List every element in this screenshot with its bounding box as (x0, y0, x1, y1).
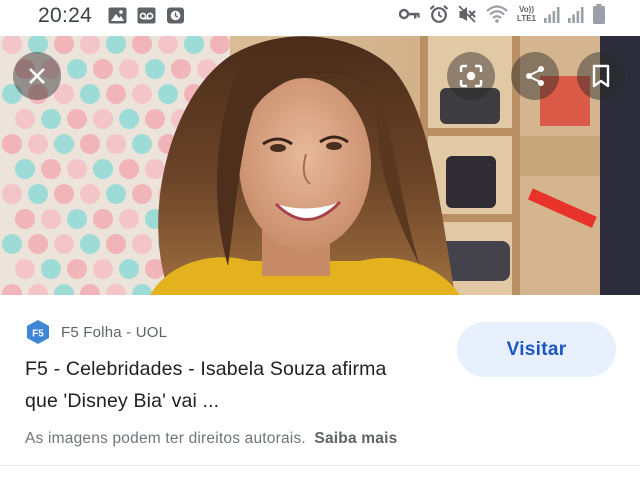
voicemail-icon (137, 7, 156, 24)
pegboard-dot (93, 59, 113, 79)
pegboard-dot (67, 59, 87, 79)
pegboard-dot (119, 259, 139, 279)
pegboard-dot (15, 159, 35, 179)
pegboard-dot (67, 259, 87, 279)
pegboard-dot (2, 184, 22, 204)
signal-icon (544, 6, 560, 23)
gallery-icon (108, 7, 127, 24)
pegboard-dot (132, 134, 152, 154)
pegboard-dot (106, 184, 126, 204)
source-name: F5 Folha - UOL (61, 323, 168, 341)
close-button[interactable] (13, 52, 61, 100)
divider (0, 465, 640, 466)
pegboard-dot (28, 134, 48, 154)
pegboard-dot (41, 209, 61, 229)
status-right-icons: Vo)) LTE1 (399, 4, 606, 24)
pegboard-dot (119, 209, 139, 229)
result-title[interactable]: F5 - Celebridades - Isabela Souza afirma… (25, 353, 455, 417)
result-title-line1: F5 - Celebridades - Isabela Souza afirma (25, 358, 387, 380)
pegboard-dot (54, 184, 74, 204)
pegboard-dot (106, 234, 126, 254)
pegboard-dot (93, 159, 113, 179)
pegboard-dot (28, 184, 48, 204)
key-icon (399, 8, 420, 20)
pegboard-dot (28, 234, 48, 254)
pegboard-dot (54, 234, 74, 254)
learn-more-link[interactable]: Saiba mais (314, 430, 397, 447)
pegboard-dot (171, 59, 191, 79)
wifi-icon (486, 5, 508, 23)
pegboard-dot (80, 184, 100, 204)
pegboard-dot (2, 234, 22, 254)
pegboard-dot (119, 109, 139, 129)
pegboard-dot (41, 159, 61, 179)
pegboard-dot (2, 134, 22, 154)
pegboard-dot (15, 209, 35, 229)
copyright-text: As imagens podem ter direitos autorais. (25, 430, 306, 447)
pegboard-dot (41, 259, 61, 279)
pegboard-dot (132, 234, 152, 254)
share-icon (526, 66, 544, 86)
clock-app-icon (167, 7, 184, 24)
pegboard-dot (93, 109, 113, 129)
pegboard-dot (67, 159, 87, 179)
image-preview[interactable] (0, 36, 640, 295)
bookmark-icon (592, 64, 610, 88)
pegboard-dot (41, 109, 61, 129)
pegboard-dot (145, 109, 165, 129)
source-logo-text: F5 (32, 329, 44, 340)
pegboard-dot (106, 134, 126, 154)
volte-label-bottom: LTE1 (517, 14, 536, 23)
status-time: 20:24 (38, 4, 93, 27)
volte-label-top: Vo)) (519, 5, 534, 14)
pegboard-dot (119, 59, 139, 79)
lens-icon (459, 64, 483, 88)
pegboard-dot (67, 109, 87, 129)
save-button[interactable] (577, 52, 625, 100)
source-logo-icon: F5 (27, 320, 49, 344)
pegboard-dot (93, 209, 113, 229)
signal-icon (568, 6, 584, 23)
source-row[interactable]: F5 F5 Folha - UOL (25, 319, 167, 345)
pegboard-dot (132, 84, 152, 104)
mute-icon (458, 5, 476, 23)
pegboard-dot (93, 259, 113, 279)
status-left-icons (108, 7, 185, 24)
battery-icon (593, 4, 605, 24)
result-title-line2: que 'Disney Bia' vai ... (25, 390, 220, 412)
alarm-icon (429, 4, 449, 23)
visit-button[interactable]: Visitar (457, 322, 616, 377)
pegboard-dot (132, 184, 152, 204)
pegboard-dot (145, 59, 165, 79)
pegboard-dot (158, 84, 178, 104)
pegboard-dot (145, 159, 165, 179)
pegboard-dot (15, 259, 35, 279)
volte-icon: Vo)) LTE1 (517, 5, 536, 23)
share-button[interactable] (511, 52, 559, 100)
pegboard-dot (119, 159, 139, 179)
status-bar: 20:24 Vo)) LTE1 (0, 0, 640, 36)
close-icon (29, 68, 45, 84)
pegboard-dot (106, 84, 126, 104)
pegboard-dot (15, 109, 35, 129)
pegboard-dot (67, 209, 87, 229)
pegboard-dot (80, 84, 100, 104)
result-info: F5 F5 Folha - UOL F5 - Celebridades - Is… (0, 295, 640, 480)
lens-button[interactable] (447, 52, 495, 100)
pegboard-dot (80, 234, 100, 254)
copyright-notice: As imagens podem ter direitos autorais. … (25, 430, 397, 448)
pegboard-dot (80, 134, 100, 154)
pegboard-dot (54, 134, 74, 154)
